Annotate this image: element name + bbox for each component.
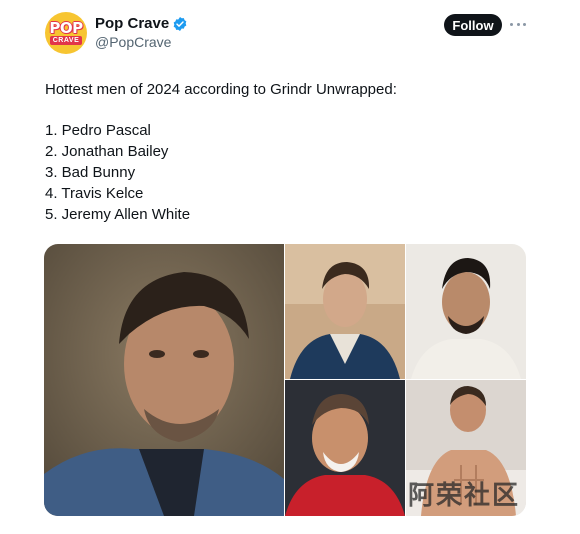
follow-button[interactable]: Follow <box>444 14 502 36</box>
watermark-text: 阿荣社区 <box>407 481 520 511</box>
author-handle[interactable]: @PopCrave <box>95 34 171 51</box>
list-item: 1. Pedro Pascal <box>45 122 151 139</box>
media-grid[interactable]: 阿荣社区 <box>44 244 526 516</box>
more-options-icon[interactable] <box>510 16 526 32</box>
list-item: 4. Travis Kelce <box>45 185 144 202</box>
ellipsis-dot <box>510 22 513 26</box>
tweet-intro: Hottest men of 2024 according to Grindr … <box>45 81 397 98</box>
display-name[interactable]: Pop Crave <box>95 15 169 33</box>
list-item: 2. Jonathan Bailey <box>45 143 169 160</box>
photo-3[interactable] <box>406 244 526 379</box>
ellipsis-dot <box>523 22 526 26</box>
avatar-logo-text: POP <box>49 19 83 37</box>
list-item: 5. Jeremy Allen White <box>45 206 191 223</box>
portrait-image <box>406 244 526 379</box>
list-item: 3. Bad Bunny <box>45 164 136 181</box>
portrait-image <box>44 244 284 516</box>
portrait-image <box>285 244 405 379</box>
verified-badge-icon <box>173 17 187 31</box>
avatar[interactable]: POP CRAVE <box>45 12 87 54</box>
photo-2[interactable] <box>285 244 405 379</box>
avatar-logo-subtext: CRAVE <box>49 36 83 45</box>
author-name-row[interactable]: Pop Crave <box>95 15 188 33</box>
photo-1[interactable] <box>44 244 284 516</box>
photo-4[interactable] <box>285 380 405 516</box>
portrait-image <box>285 380 405 516</box>
tweet-text: Hottest men of 2024 according to Grindr … <box>45 79 397 225</box>
ellipsis-dot <box>516 22 520 26</box>
